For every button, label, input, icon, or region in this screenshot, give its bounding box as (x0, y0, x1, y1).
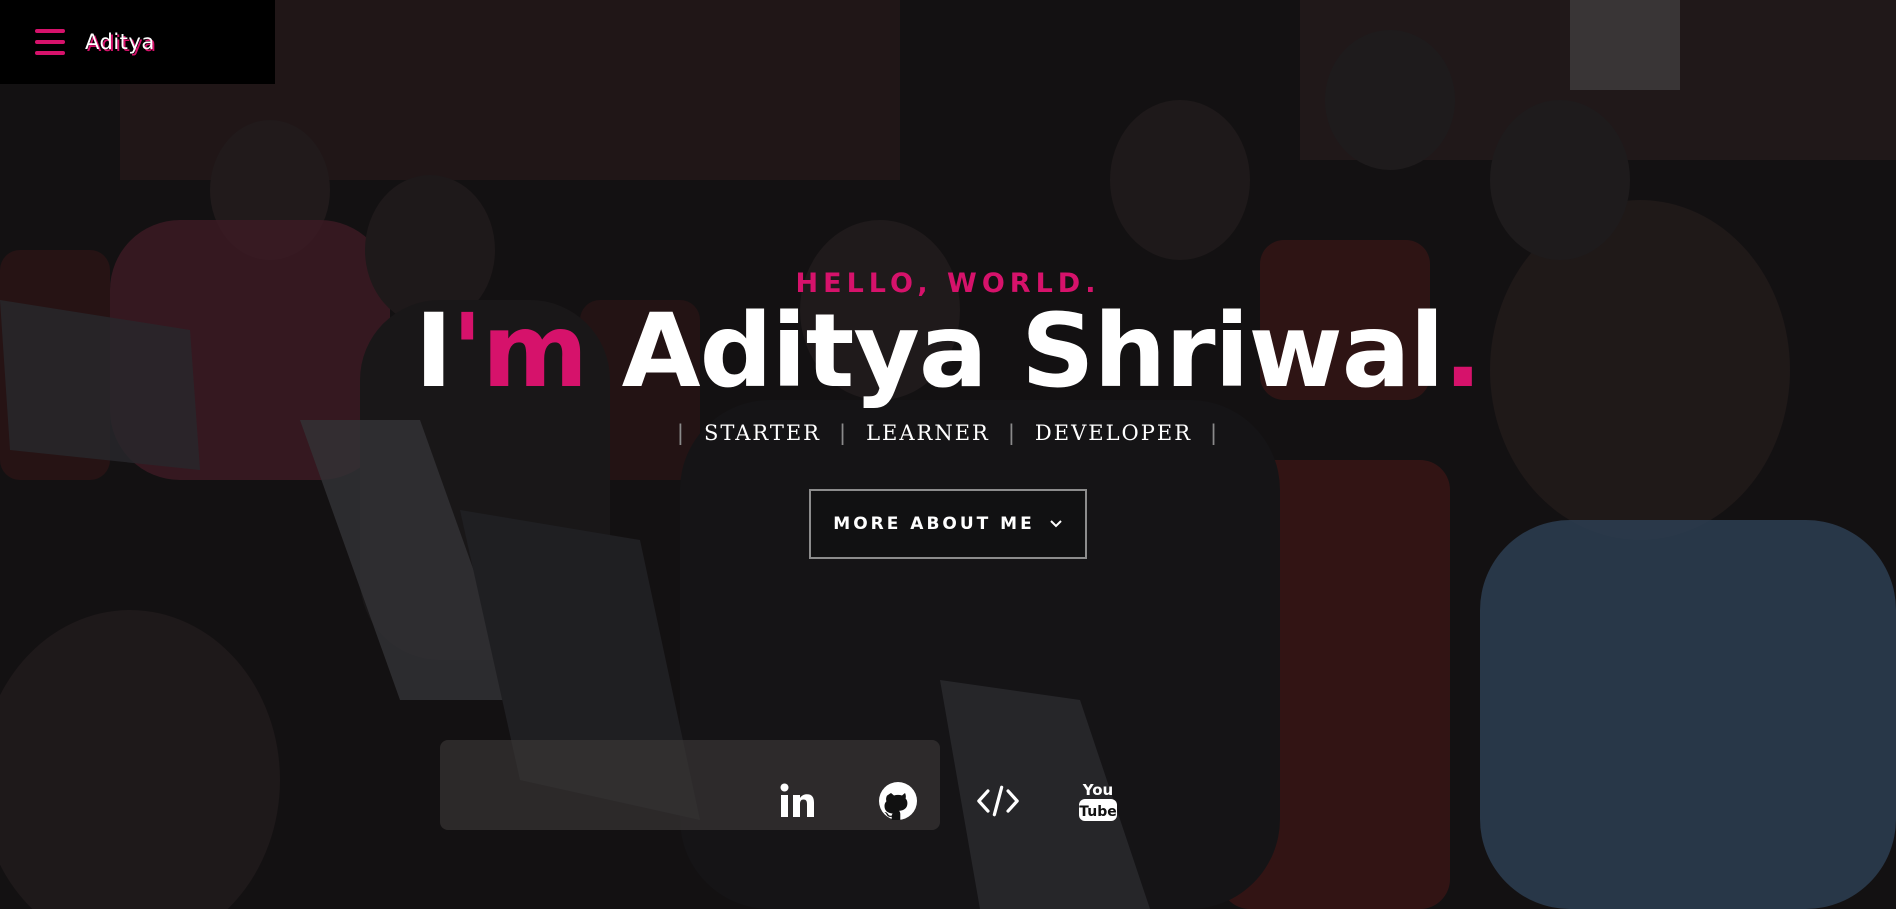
hamburger-menu-icon[interactable] (35, 29, 65, 55)
linkedin-icon[interactable] (777, 780, 819, 822)
hero-section: Aditya HELLO, WORLD. I'm Aditya Shriwal.… (0, 0, 1896, 909)
roles-list: | STARTER | LEARNER | DEVELOPER | (0, 421, 1896, 445)
hero-content: HELLO, WORLD. I'm Aditya Shriwal. | STAR… (0, 268, 1896, 559)
role-developer: DEVELOPER (1034, 421, 1193, 445)
youtube-glyph: You Tube (1079, 781, 1117, 821)
github-icon[interactable] (877, 780, 919, 822)
headline: I'm Aditya Shriwal. (0, 301, 1896, 403)
headline-apostrophe-m: 'm (451, 292, 589, 411)
more-about-me-button[interactable]: MORE ABOUT ME (809, 489, 1087, 559)
social-links: You Tube (0, 780, 1896, 822)
role-separator: | (1007, 421, 1017, 445)
headline-name: Aditya Shriwal (621, 292, 1445, 411)
more-about-me-label: MORE ABOUT ME (833, 514, 1035, 534)
role-separator: | (838, 421, 849, 445)
brand-logo[interactable]: Aditya (85, 30, 155, 54)
role-learner: LEARNER (866, 421, 990, 445)
role-separator: | (1210, 421, 1220, 445)
youtube-you-text: You (1082, 781, 1113, 799)
youtube-icon[interactable]: You Tube (1077, 780, 1119, 822)
headline-prefix: I (414, 292, 453, 411)
github-glyph (879, 782, 917, 820)
youtube-tube-text: Tube (1079, 804, 1117, 820)
code-glyph (977, 785, 1019, 817)
linkedin-glyph (780, 783, 814, 817)
headline-period: . (1443, 292, 1483, 411)
role-starter: STARTER (703, 421, 821, 445)
chevron-down-icon (1049, 520, 1062, 528)
top-nav: Aditya (0, 0, 275, 84)
role-separator: | (676, 421, 686, 445)
code-icon[interactable] (977, 780, 1019, 822)
